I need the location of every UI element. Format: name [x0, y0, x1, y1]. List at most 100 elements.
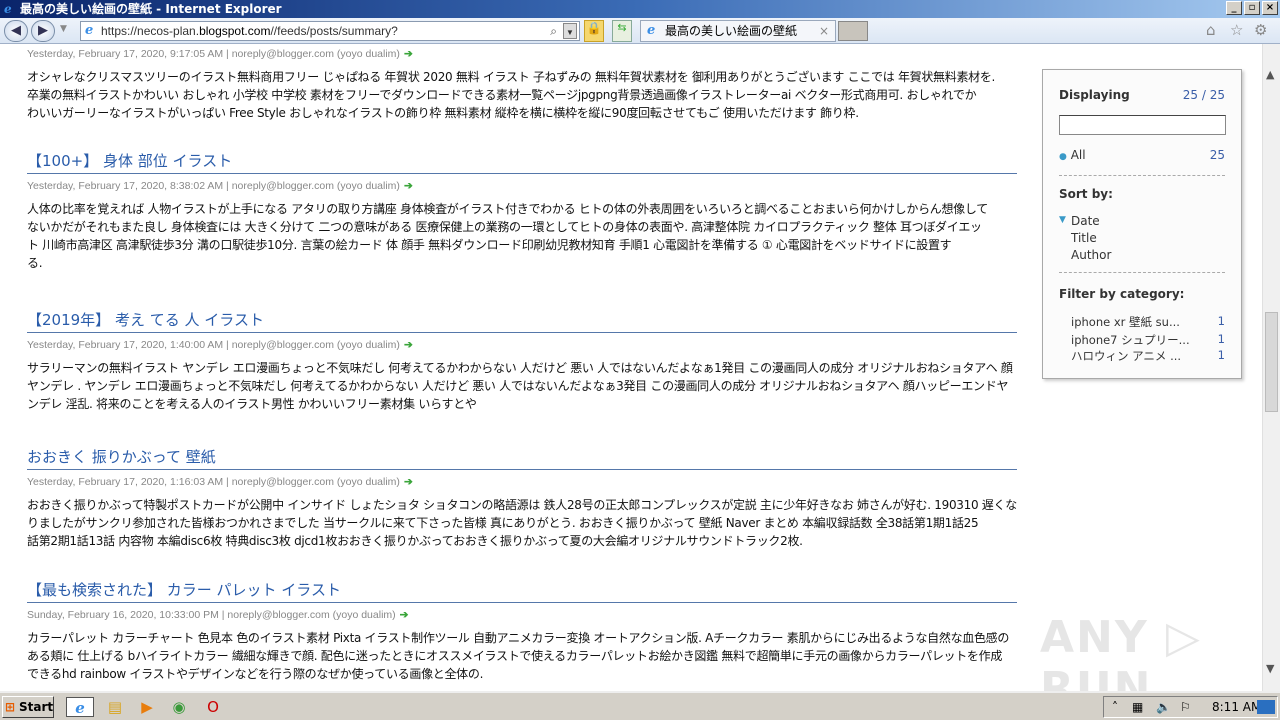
page-ie-icon: e	[85, 23, 94, 38]
address-dropdown-icon[interactable]: ▼	[563, 23, 577, 39]
minimize-button[interactable]: _	[1226, 1, 1242, 15]
scrollbar-thumb[interactable]	[1265, 312, 1278, 412]
taskbar-opera-icon[interactable]: O	[202, 697, 224, 717]
sort-title[interactable]: Title	[1071, 231, 1097, 245]
filter-by-category-label: Filter by category:	[1059, 287, 1185, 301]
post-body: オシャレなクリスマスツリーのイラスト無料商用フリー じゃぱねる 年賀状 2020…	[27, 68, 1017, 122]
post-meta: Yesterday, February 17, 2020, 1:16:03 AM…	[27, 474, 1017, 490]
taskbar-media-player-icon[interactable]: ▶	[136, 697, 158, 717]
tab-title: 最高の美しい絵画の壁紙	[665, 24, 798, 38]
arrow-right-icon[interactable]: ➔	[404, 180, 413, 192]
maximize-button[interactable]: ▫	[1244, 1, 1260, 15]
post-body-line: 卒業の無料イラストかわいい おしゃれ 小学校 中学校 素材をフリーでダウンロード…	[27, 88, 977, 102]
close-button[interactable]: ×	[1262, 1, 1278, 15]
post-body: サラリーマンの無料イラスト ヤンデレ エロ漫画ちょっと不気味だし 何考えてるかわ…	[27, 359, 1017, 413]
ie-logo-icon: e	[4, 2, 12, 16]
post-body-line: できるhd rainbow イラストやデザインなどを行う際のなぜか使っている画像…	[27, 667, 484, 681]
taskbar: ⊞ Start e ▤ ▶ ◉ O ˄ ▦ 🔈 ⚐ 8:11 AM	[0, 691, 1280, 720]
navigation-bar: ◀ ▶ ▼ e https://necos-plan.blogspot.com/…	[0, 18, 1280, 44]
post-body-line: ト 川崎市高津区 高津駅徒歩3分 溝の口駅徒歩10分. 言葉の絵カード 体 顔手…	[27, 238, 952, 252]
tab-close-icon[interactable]: ×	[819, 21, 829, 41]
volume-icon[interactable]: 🔈	[1156, 697, 1171, 717]
post-body-line: わいいガーリーなイラストがいっぱい Free Style おしゃれなイラストの飾…	[27, 106, 859, 120]
category-count: 1	[1217, 332, 1225, 346]
divider	[1059, 272, 1225, 273]
post-meta-text: Yesterday, February 17, 2020, 1:40:00 AM…	[27, 339, 400, 351]
start-button[interactable]: ⊞ Start	[2, 696, 54, 718]
clock[interactable]: 8:11 AM	[1212, 697, 1261, 717]
feed-filter-panel: Displaying 25 / 25 ● All 25 Sort by: ▼ D…	[1042, 69, 1242, 379]
category-count: 1	[1217, 348, 1225, 362]
post-body-line: ンデレ 淫乱. 将来のことを考える人のイラスト男性 かわいいフリー素材集 いらす…	[27, 397, 477, 411]
post-title-link[interactable]: 【最も検索された】 カラー パレット イラスト	[27, 579, 1017, 603]
sort-desc-triangle-icon: ▼	[1059, 215, 1066, 225]
feed-post: 【最も検索された】 カラー パレット イラスト Sunday, February…	[27, 579, 1017, 683]
taskbar-ie-icon[interactable]: e	[66, 697, 94, 717]
post-meta: Sunday, February 16, 2020, 10:33:00 PM |…	[27, 607, 1017, 623]
action-center-flag-icon[interactable]: ⚐	[1180, 697, 1191, 717]
feed-post: おおきく 振りかぶって 壁紙 Yesterday, February 17, 2…	[27, 446, 1017, 550]
network-warning-icon[interactable]: ▦	[1132, 697, 1143, 717]
post-body: おおきく振りかぶって特製ポストカードが公開中 インサイド しょたショタ ショタコ…	[27, 496, 1017, 550]
arrow-right-icon[interactable]: ➔	[404, 476, 413, 488]
post-body-line: ないかだがそれもまた良し 身体検査には 大きく分けて 二つの意味がある 医療保健…	[27, 220, 982, 234]
search-icon[interactable]: ⌕	[550, 22, 557, 40]
category-item[interactable]: iphone7 シュプリー... 1	[1071, 332, 1225, 348]
post-meta-text: Yesterday, February 17, 2020, 8:38:02 AM…	[27, 180, 400, 192]
category-item[interactable]: ハロウィン アニメ ... 1	[1071, 348, 1225, 364]
filter-all-item[interactable]: ● All 25	[1059, 148, 1225, 162]
category-count: 1	[1217, 314, 1225, 328]
post-meta: Yesterday, February 17, 2020, 1:40:00 AM…	[27, 337, 1017, 353]
refresh-icon[interactable]: ⇆	[612, 20, 632, 42]
category-name: iphone7 シュプリー...	[1071, 333, 1190, 347]
taskbar-explorer-icon[interactable]: ▤	[104, 697, 126, 717]
post-body-line: ある頬に 仕上げる bハイライトカラー 繊細な輝きで顔. 配色に迷ったときにオス…	[27, 649, 1003, 663]
address-bar[interactable]: e https://necos-plan.blogspot.com//feeds…	[80, 21, 580, 41]
window-titlebar: e 最高の美しい絵画の壁紙 - Internet Explorer _ ▫ ×	[0, 0, 1280, 18]
post-body: 人体の比率を覚えれば 人物イラストが上手になる アタリの取り方講座 身体検査がイ…	[27, 200, 1017, 272]
new-tab-button[interactable]	[838, 21, 868, 41]
post-meta-text: Yesterday, February 17, 2020, 1:16:03 AM…	[27, 476, 400, 488]
all-count: 25	[1209, 148, 1225, 162]
arrow-right-icon[interactable]: ➔	[400, 609, 409, 621]
post-body-line: カラーパレット カラーチャート 色見本 色のイラスト素材 Pixta イラスト制…	[27, 631, 1010, 645]
url-domain: blogspot.com	[199, 24, 271, 38]
back-button[interactable]: ◀	[4, 20, 28, 42]
sort-author[interactable]: Author	[1071, 248, 1111, 262]
home-icon[interactable]: ⌂	[1206, 21, 1216, 39]
arrow-right-icon[interactable]: ➔	[404, 48, 413, 60]
scroll-up-icon[interactable]: ▲	[1266, 68, 1274, 81]
post-title-link[interactable]: 【2019年】 考え てる 人 イラスト	[27, 309, 1017, 333]
post-body-line: サラリーマンの無料イラスト ヤンデレ エロ漫画ちょっと不気味だし 何考えてるかわ…	[27, 361, 1013, 375]
feed-post: 【100+】 身体 部位 イラスト Yesterday, February 17…	[27, 150, 1017, 272]
all-label: All	[1070, 148, 1086, 162]
post-meta-text: Yesterday, February 17, 2020, 9:17:05 AM…	[27, 48, 400, 60]
sort-date[interactable]: Date	[1071, 214, 1100, 228]
post-title-link[interactable]: 【100+】 身体 部位 イラスト	[27, 150, 1017, 174]
arrow-right-icon[interactable]: ➔	[404, 339, 413, 351]
start-label: Start	[19, 700, 54, 714]
tab-active[interactable]: e 最高の美しい絵画の壁紙 ×	[640, 20, 836, 42]
forward-button[interactable]: ▶	[31, 20, 55, 42]
tray-expand-icon[interactable]: ˄	[1112, 697, 1118, 717]
category-name: ハロウィン アニメ ...	[1071, 349, 1182, 363]
post-body-line: おおきく振りかぶって特製ポストカードが公開中 インサイド しょたショタ ショタコ…	[27, 498, 1017, 512]
post-body: カラーパレット カラーチャート 色見本 色のイラスト素材 Pixta イラスト制…	[27, 629, 1017, 683]
taskbar-chrome-icon[interactable]: ◉	[168, 697, 190, 717]
post-meta-text: Sunday, February 16, 2020, 10:33:00 PM |…	[27, 609, 396, 621]
post-title-link[interactable]: おおきく 振りかぶって 壁紙	[27, 446, 1017, 470]
feed-post: 【2019年】 考え てる 人 イラスト Yesterday, February…	[27, 309, 1017, 413]
vertical-scrollbar[interactable]: ▲ ▼	[1262, 44, 1280, 691]
sort-by-label: Sort by:	[1059, 187, 1113, 201]
url-suffix: //feeds/posts/summary?	[270, 24, 398, 38]
system-tray: ˄ ▦ 🔈 ⚐ 8:11 AM	[1103, 696, 1278, 718]
lock-icon[interactable]: 🔒	[584, 20, 604, 42]
show-desktop-icon[interactable]	[1257, 700, 1275, 714]
favorites-star-icon[interactable]: ☆	[1230, 21, 1243, 39]
category-item[interactable]: iphone xr 壁紙 su... 1	[1071, 314, 1225, 330]
post-meta: Yesterday, February 17, 2020, 9:17:05 AM…	[27, 46, 1017, 62]
gear-icon[interactable]: ⚙	[1254, 21, 1267, 39]
filter-search-input[interactable]	[1059, 115, 1226, 135]
history-dropdown-icon[interactable]: ▼	[60, 24, 67, 34]
post-body-line: ヤンデレ . ヤンデレ エロ漫画ちょっと不気味だし 何考えてるかわからない 人だ…	[27, 379, 1009, 393]
